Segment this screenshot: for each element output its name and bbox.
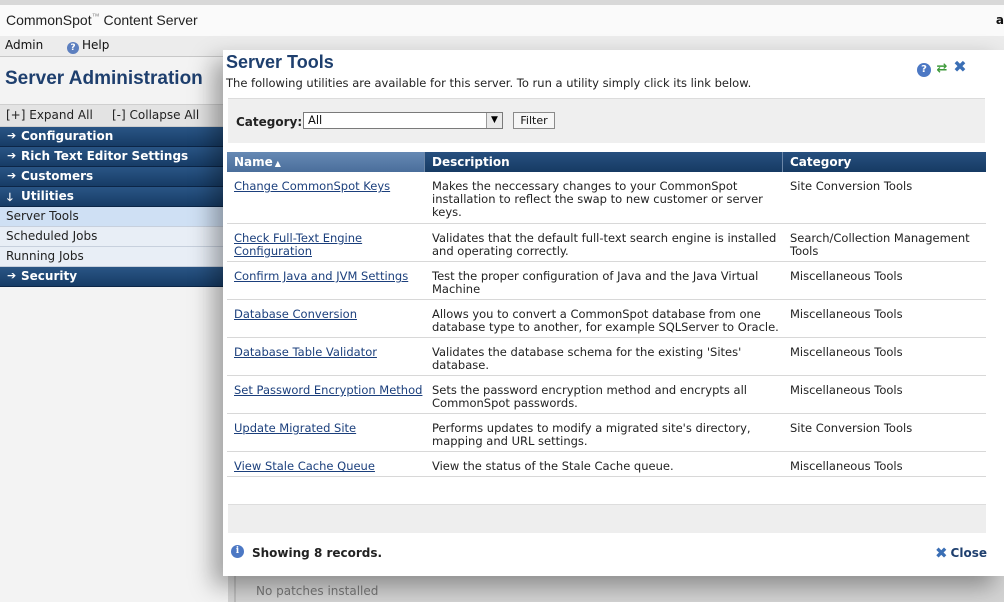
- tool-category: Miscellaneous Tools: [790, 269, 903, 283]
- server-tools-dialog: Server Tools The following utilities are…: [223, 50, 1004, 576]
- filter-button[interactable]: Filter: [513, 112, 555, 129]
- arrow-right-icon: ➔: [7, 149, 17, 162]
- filter-bar: Category: All ▼ Filter: [228, 98, 985, 143]
- tool-category: Site Conversion Tools: [790, 421, 913, 435]
- user-initial[interactable]: a: [996, 13, 1004, 27]
- column-header-name[interactable]: Name ▲: [227, 152, 425, 172]
- tool-description: Test the proper configuration of Java an…: [432, 269, 759, 296]
- column-header-description[interactable]: Description: [425, 152, 783, 172]
- nav-security[interactable]: ➔ Security: [0, 267, 228, 287]
- table-row: Change CommonSpot Keys Makes the neccess…: [227, 172, 986, 224]
- dialog-subtitle: The following utilities are available fo…: [226, 76, 752, 90]
- tool-category: Search/Collection Management Tools: [790, 231, 970, 258]
- tool-category: Miscellaneous Tools: [790, 307, 903, 321]
- record-count: Showing 8 records.: [252, 546, 383, 560]
- tool-category: Miscellaneous Tools: [790, 459, 903, 473]
- nav-utilities[interactable]: 🡓 Utilities: [0, 187, 228, 207]
- close-icon: ✖: [934, 544, 948, 562]
- arrow-down-icon: 🡓: [7, 191, 13, 204]
- app-title-bar: CommonSpot™ Content Server a: [0, 5, 1004, 37]
- tool-category: Miscellaneous Tools: [790, 383, 903, 397]
- tool-description: View the status of the Stale Cache queue…: [432, 459, 674, 473]
- nav-configuration[interactable]: ➔ Configuration: [0, 127, 228, 147]
- table-bottom-bar: [228, 504, 986, 533]
- dropdown-arrow-icon[interactable]: ▼: [486, 113, 502, 128]
- expand-all-button[interactable]: [+] Expand All: [6, 108, 93, 122]
- table-header: Name ▲ Description Category: [227, 152, 986, 172]
- nav-label: Customers: [21, 169, 94, 183]
- tool-link[interactable]: Check Full-Text Engine Configuration: [234, 232, 424, 258]
- table-row: View Stale Cache Queue View the status o…: [227, 452, 986, 477]
- tool-category: Miscellaneous Tools: [790, 345, 903, 359]
- nav-rich-text-editor-settings[interactable]: ➔ Rich Text Editor Settings: [0, 147, 228, 167]
- help-icon[interactable]: ?: [917, 63, 931, 77]
- left-panel: Server Administration [+] Expand All [-]…: [0, 57, 228, 602]
- help-icon: ?: [67, 42, 79, 54]
- tool-link[interactable]: View Stale Cache Queue: [234, 460, 424, 473]
- tool-description: Validates that the default full-text sea…: [432, 231, 777, 258]
- menu-admin[interactable]: Admin: [5, 38, 43, 52]
- category-select[interactable]: All ▼: [303, 112, 503, 129]
- menu-help-label: Help: [82, 38, 110, 52]
- tool-description: Validates the database schema for the ex…: [432, 345, 742, 372]
- arrow-right-icon: ➔: [7, 269, 17, 282]
- tool-description: Makes the neccessary changes to your Com…: [432, 179, 763, 219]
- left-panel-title: Server Administration: [5, 68, 203, 89]
- collapse-all-button[interactable]: [-] Collapse All: [112, 108, 199, 122]
- category-select-value: All: [308, 113, 323, 127]
- arrow-right-icon: ➔: [7, 129, 17, 142]
- dialog-toolbar: ? ⇄ ✖: [917, 57, 971, 77]
- nav-scheduled-jobs[interactable]: Scheduled Jobs: [0, 227, 228, 247]
- tool-link[interactable]: Change CommonSpot Keys: [234, 180, 424, 193]
- brand-name: CommonSpot: [6, 12, 92, 28]
- close-button[interactable]: ✖ Close: [935, 544, 987, 562]
- nav-label: Running Jobs: [6, 249, 84, 263]
- brand-suffix: Content Server: [103, 12, 198, 28]
- nav-label: Rich Text Editor Settings: [21, 149, 189, 163]
- refresh-icon[interactable]: ⇄: [935, 62, 949, 76]
- close-button-label: Close: [950, 546, 987, 560]
- app-brand: CommonSpot™ Content Server: [6, 12, 198, 28]
- nav-label: Scheduled Jobs: [6, 229, 98, 243]
- expand-collapse-bar: [+] Expand All [-] Collapse All: [0, 104, 228, 127]
- sort-ascending-icon: ▲: [274, 159, 281, 168]
- nav-label: Utilities: [21, 189, 74, 203]
- tool-category: Site Conversion Tools: [790, 179, 913, 193]
- tool-link[interactable]: Database Conversion: [234, 308, 424, 321]
- nav-server-tools[interactable]: Server Tools: [0, 207, 228, 227]
- table-row: Update Migrated Site Performs updates to…: [227, 414, 986, 452]
- table-row: Check Full-Text Engine Configuration Val…: [227, 224, 986, 262]
- patches-status: No patches installed: [256, 584, 379, 598]
- tool-description: Sets the password encryption method and …: [432, 383, 747, 410]
- close-icon[interactable]: ✖: [953, 59, 967, 75]
- nav-label: Server Tools: [6, 209, 79, 223]
- category-label: Category:: [236, 115, 303, 129]
- tool-description: Allows you to convert a CommonSpot datab…: [432, 307, 779, 334]
- menu-help[interactable]: ? Help: [67, 38, 109, 54]
- server-tools-table: Name ▲ Description Category Change Common…: [227, 152, 986, 477]
- table-row: Confirm Java and JVM Settings Test the p…: [227, 262, 986, 300]
- tool-link[interactable]: Confirm Java and JVM Settings: [234, 270, 424, 283]
- tool-link[interactable]: Database Table Validator: [234, 346, 424, 359]
- dialog-title: Server Tools: [226, 52, 334, 72]
- info-icon: i: [231, 545, 244, 558]
- nav-label: Configuration: [21, 129, 114, 143]
- table-row: Set Password Encryption Method Sets the …: [227, 376, 986, 414]
- arrow-right-icon: ➔: [7, 169, 17, 182]
- table-row: Database Conversion Allows you to conver…: [227, 300, 986, 338]
- tool-description: Performs updates to modify a migrated si…: [432, 421, 751, 448]
- nav-customers[interactable]: ➔ Customers: [0, 167, 228, 187]
- column-header-category[interactable]: Category: [783, 152, 986, 172]
- dialog-footer: i Showing 8 records. ✖ Close: [228, 538, 987, 568]
- brand-trademark: ™: [91, 12, 100, 21]
- column-header-label: Name: [234, 155, 273, 169]
- nav-label: Security: [21, 269, 78, 283]
- content-divider: [234, 576, 236, 602]
- tool-link[interactable]: Set Password Encryption Method: [234, 384, 424, 397]
- nav-running-jobs[interactable]: Running Jobs: [0, 247, 228, 267]
- tool-link[interactable]: Update Migrated Site: [234, 422, 424, 435]
- table-row: Database Table Validator Validates the d…: [227, 338, 986, 376]
